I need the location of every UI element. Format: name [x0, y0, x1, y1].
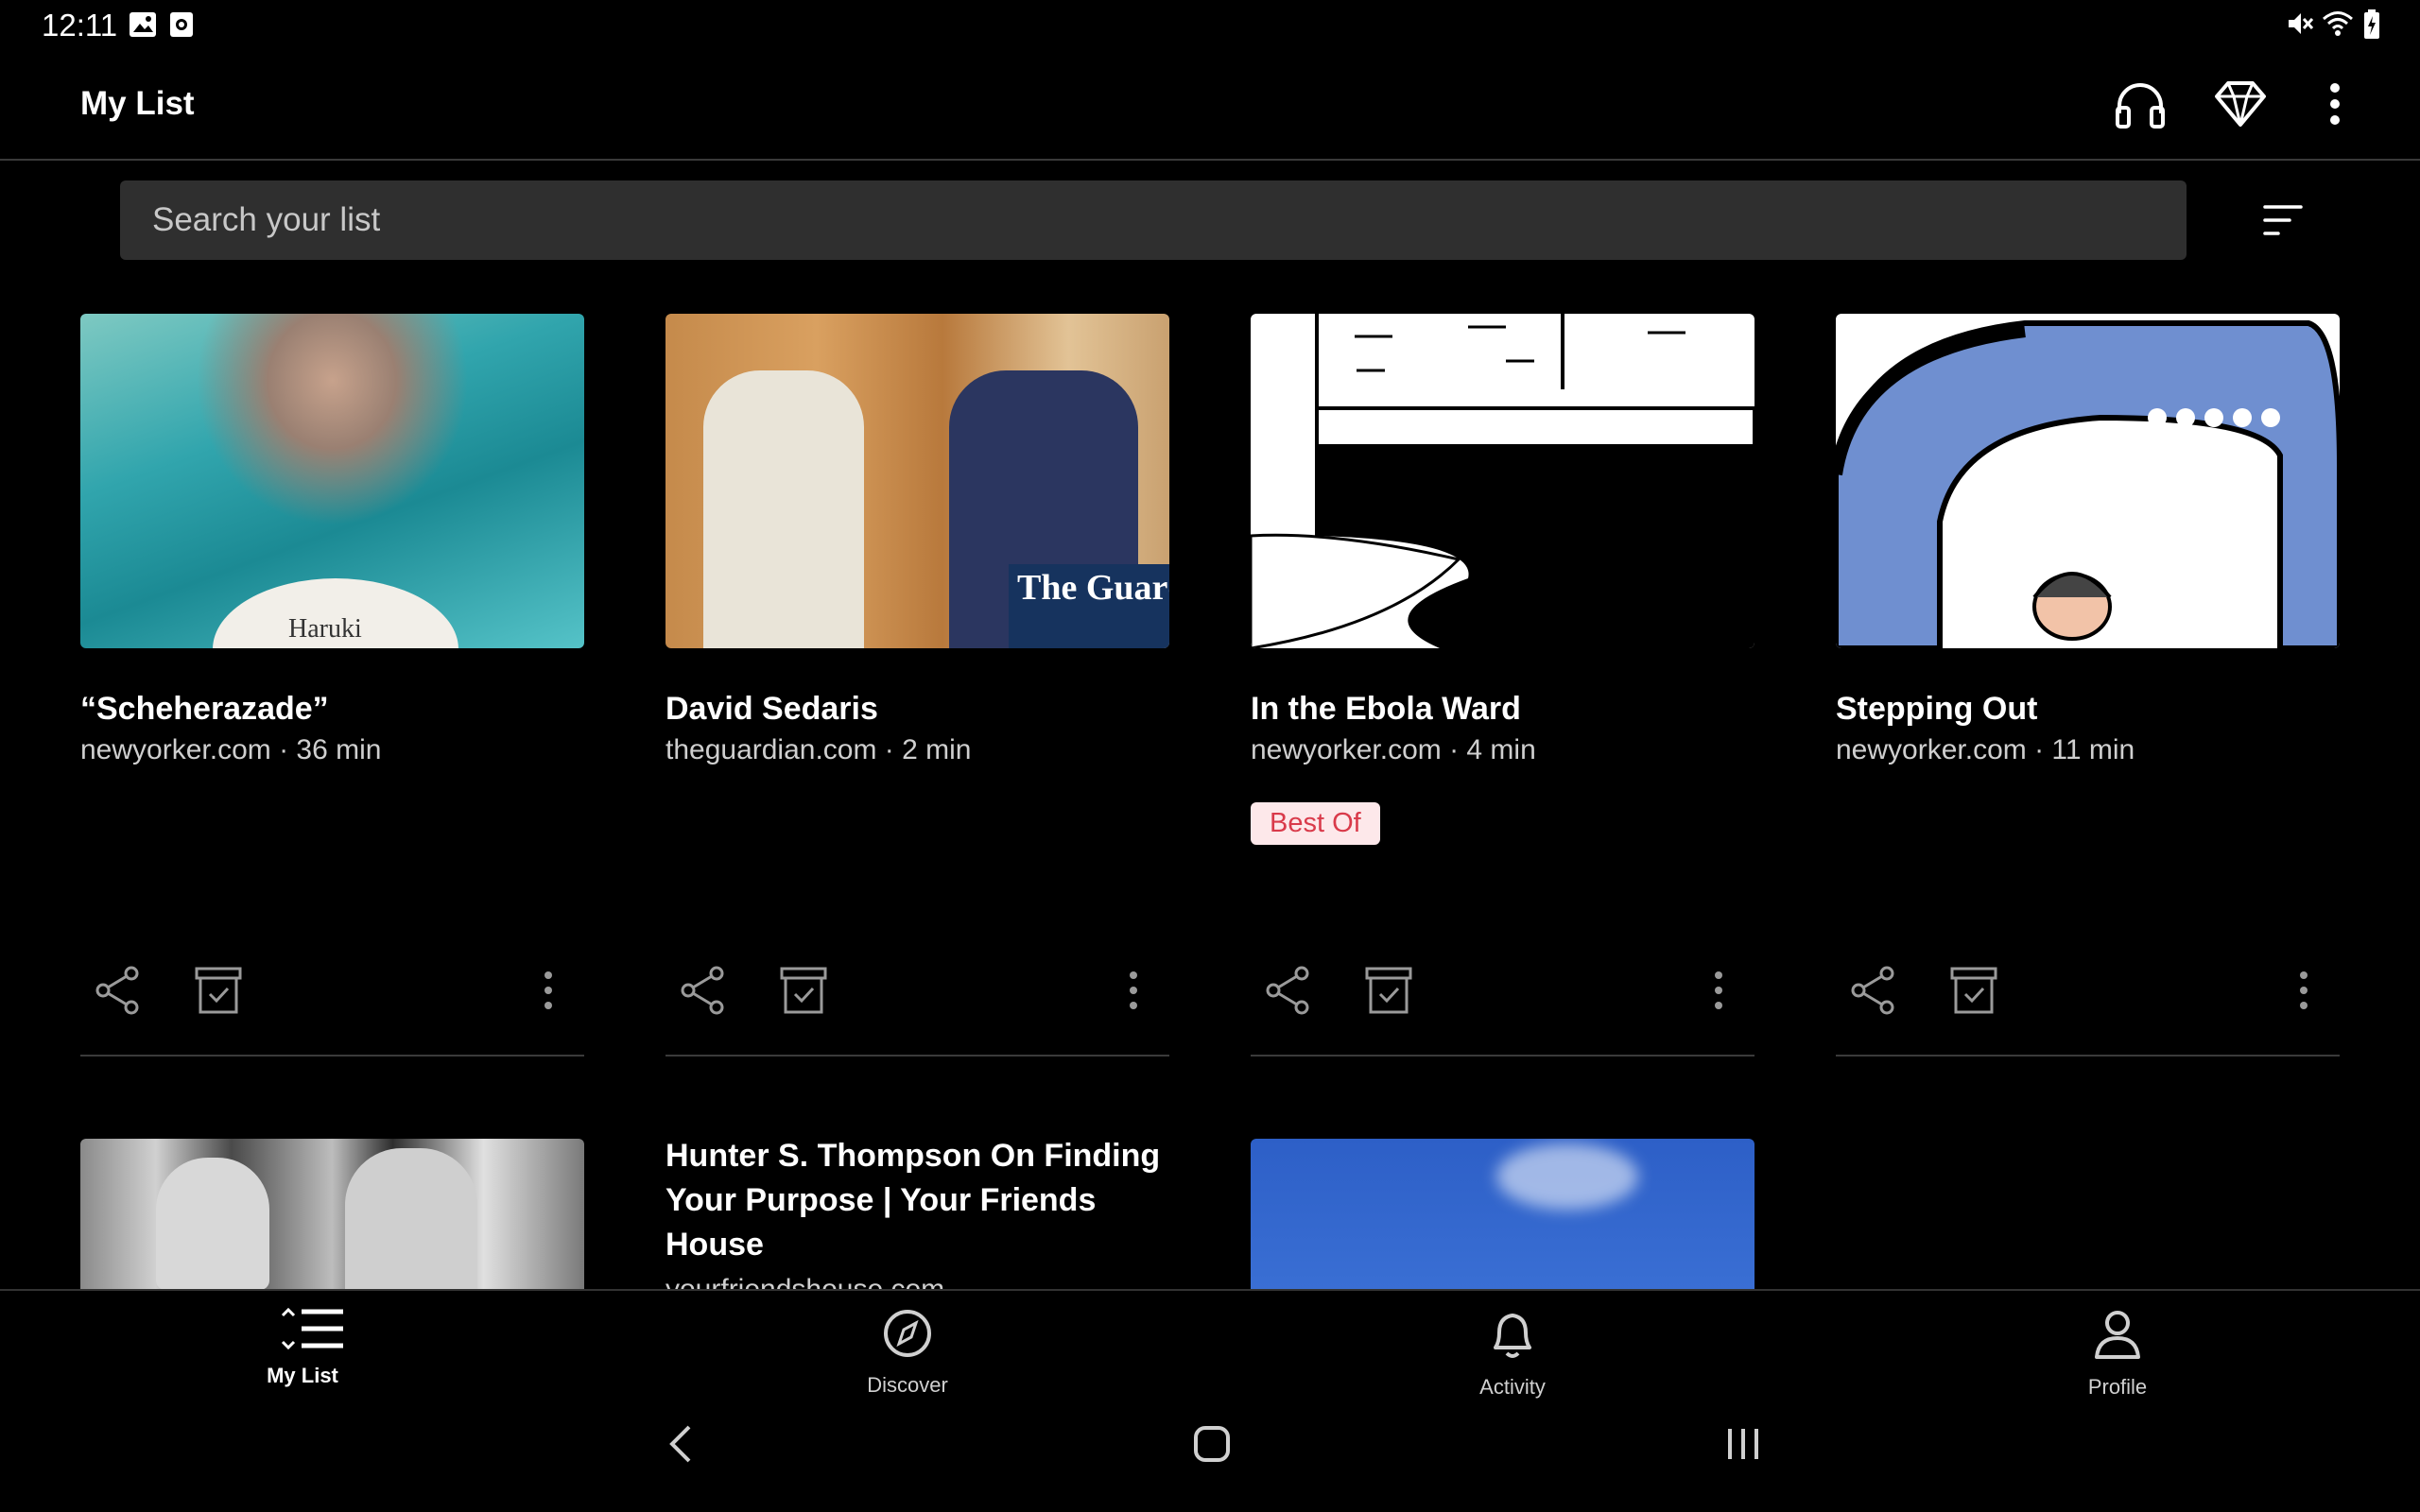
article-thumbnail [1836, 314, 2340, 648]
article-card[interactable]: The Guardia David Sedaris theguardian.co… [666, 314, 1169, 1060]
thumbnail-caption: Haruki [288, 614, 362, 644]
archive-button[interactable] [1356, 959, 1422, 1025]
app-header: My List [0, 49, 2420, 161]
share-button[interactable] [1841, 959, 1907, 1025]
share-button[interactable] [1255, 959, 1322, 1025]
archive-button[interactable] [185, 959, 251, 1025]
article-card[interactable]: Stepping Out newyorker.com · 11 min [1836, 314, 2340, 1060]
overflow-menu-icon [2329, 82, 2341, 129]
overflow-menu-icon [2299, 971, 2308, 1015]
image-icon [129, 11, 157, 43]
nav-label: Activity [1479, 1375, 1546, 1399]
status-bar: 12:11 [0, 0, 2420, 49]
headphones-icon [2114, 79, 2167, 133]
article-thumbnail [1251, 314, 1754, 648]
card-menu-button[interactable] [1685, 959, 1752, 1025]
article-thumbnail: Haruki [80, 314, 584, 648]
archive-button[interactable] [1941, 959, 2007, 1025]
article-meta: newyorker.com · 11 min [1836, 734, 2135, 765]
archive-icon [779, 966, 828, 1020]
article-title[interactable]: Hunter S. Thompson On Finding Your Purpo… [666, 1134, 1169, 1267]
card-menu-button[interactable] [1100, 959, 1167, 1025]
card-menu-button[interactable] [2271, 959, 2337, 1025]
nav-discover[interactable]: Discover [794, 1308, 1021, 1402]
home-icon [1193, 1425, 1231, 1468]
nav-profile[interactable]: Profile [2004, 1308, 2231, 1402]
article-meta: yourfriendshouse.com [666, 1274, 944, 1289]
premium-button[interactable] [2210, 76, 2271, 136]
share-button[interactable] [670, 959, 736, 1025]
nav-activity[interactable]: Activity [1399, 1308, 1626, 1402]
article-meta: theguardian.com · 2 min [666, 734, 972, 765]
system-navigation-bar [0, 1399, 2420, 1512]
sort-button[interactable] [2250, 189, 2316, 255]
article-card[interactable] [1251, 1139, 1754, 1289]
status-time: 12:11 [42, 8, 118, 43]
home-button[interactable] [1174, 1418, 1250, 1474]
card-actions [1251, 959, 1754, 1035]
nav-my-list[interactable]: My List [189, 1307, 416, 1402]
share-button[interactable] [85, 959, 151, 1025]
archive-button[interactable] [770, 959, 837, 1025]
nav-label: Profile [2087, 1375, 2148, 1399]
best-of-badge: Best Of [1251, 802, 1380, 845]
article-title[interactable]: David Sedaris [666, 687, 1169, 731]
battery-charging-icon [2363, 9, 2380, 44]
mute-icon [2286, 9, 2314, 43]
article-card[interactable]: Hunter S. Thompson On Finding Your Purpo… [666, 1134, 1169, 1289]
article-card[interactable]: In the Ebola Ward newyorker.com · 4 min … [1251, 314, 1754, 1060]
nav-label: Discover [867, 1373, 948, 1397]
archive-icon [1364, 966, 1413, 1020]
back-button[interactable] [643, 1418, 718, 1474]
nav-label: My List [267, 1364, 338, 1387]
article-thumbnail [80, 1139, 584, 1289]
overflow-menu-icon [1129, 971, 1138, 1015]
article-title[interactable]: Stepping Out [1836, 687, 2340, 731]
search-input[interactable] [120, 180, 2187, 260]
recents-button[interactable] [1705, 1418, 1781, 1474]
list-icon [260, 1307, 345, 1354]
archive-icon [1949, 966, 1998, 1020]
thumbnail-caption: The Guardia [1017, 568, 1169, 608]
article-title[interactable]: “Scheherazade” [80, 687, 584, 731]
card-divider [1836, 1055, 2340, 1057]
search-box [120, 180, 2187, 260]
camera-notification-icon [169, 11, 194, 43]
bell-icon [1488, 1308, 1537, 1366]
card-divider [80, 1055, 584, 1057]
card-actions [666, 959, 1169, 1035]
share-icon [679, 966, 728, 1020]
sort-icon [2263, 203, 2303, 242]
article-card[interactable]: Haruki “Scheherazade” newyorker.com · 36… [80, 314, 584, 1060]
share-icon [1264, 966, 1313, 1020]
share-icon [94, 966, 143, 1020]
archive-icon [194, 966, 243, 1020]
listen-button[interactable] [2110, 76, 2170, 136]
article-meta: newyorker.com · 4 min [1251, 734, 1536, 765]
overflow-menu-icon [1714, 971, 1723, 1015]
card-divider [666, 1055, 1169, 1057]
article-title[interactable]: In the Ebola Ward [1251, 687, 1754, 731]
article-thumbnail: The Guardia [666, 314, 1169, 648]
card-actions [1836, 959, 2340, 1035]
article-meta: newyorker.com · 36 min [80, 734, 382, 765]
back-icon [666, 1423, 695, 1469]
share-icon [1849, 966, 1898, 1020]
page-title: My List [80, 85, 195, 122]
article-card[interactable] [80, 1139, 584, 1289]
wifi-icon [2322, 9, 2354, 43]
overflow-menu-button[interactable] [2305, 76, 2365, 136]
premium-diamond-icon [2215, 80, 2266, 132]
card-divider [1251, 1055, 1754, 1057]
card-menu-button[interactable] [515, 959, 581, 1025]
person-icon [2093, 1308, 2142, 1366]
recents-icon [1724, 1425, 1762, 1468]
article-thumbnail [1251, 1139, 1754, 1289]
bottom-navigation: My List Discover Activity Profile [0, 1289, 2420, 1400]
overflow-menu-icon [544, 971, 553, 1015]
compass-icon [882, 1308, 933, 1364]
card-actions [80, 959, 584, 1035]
